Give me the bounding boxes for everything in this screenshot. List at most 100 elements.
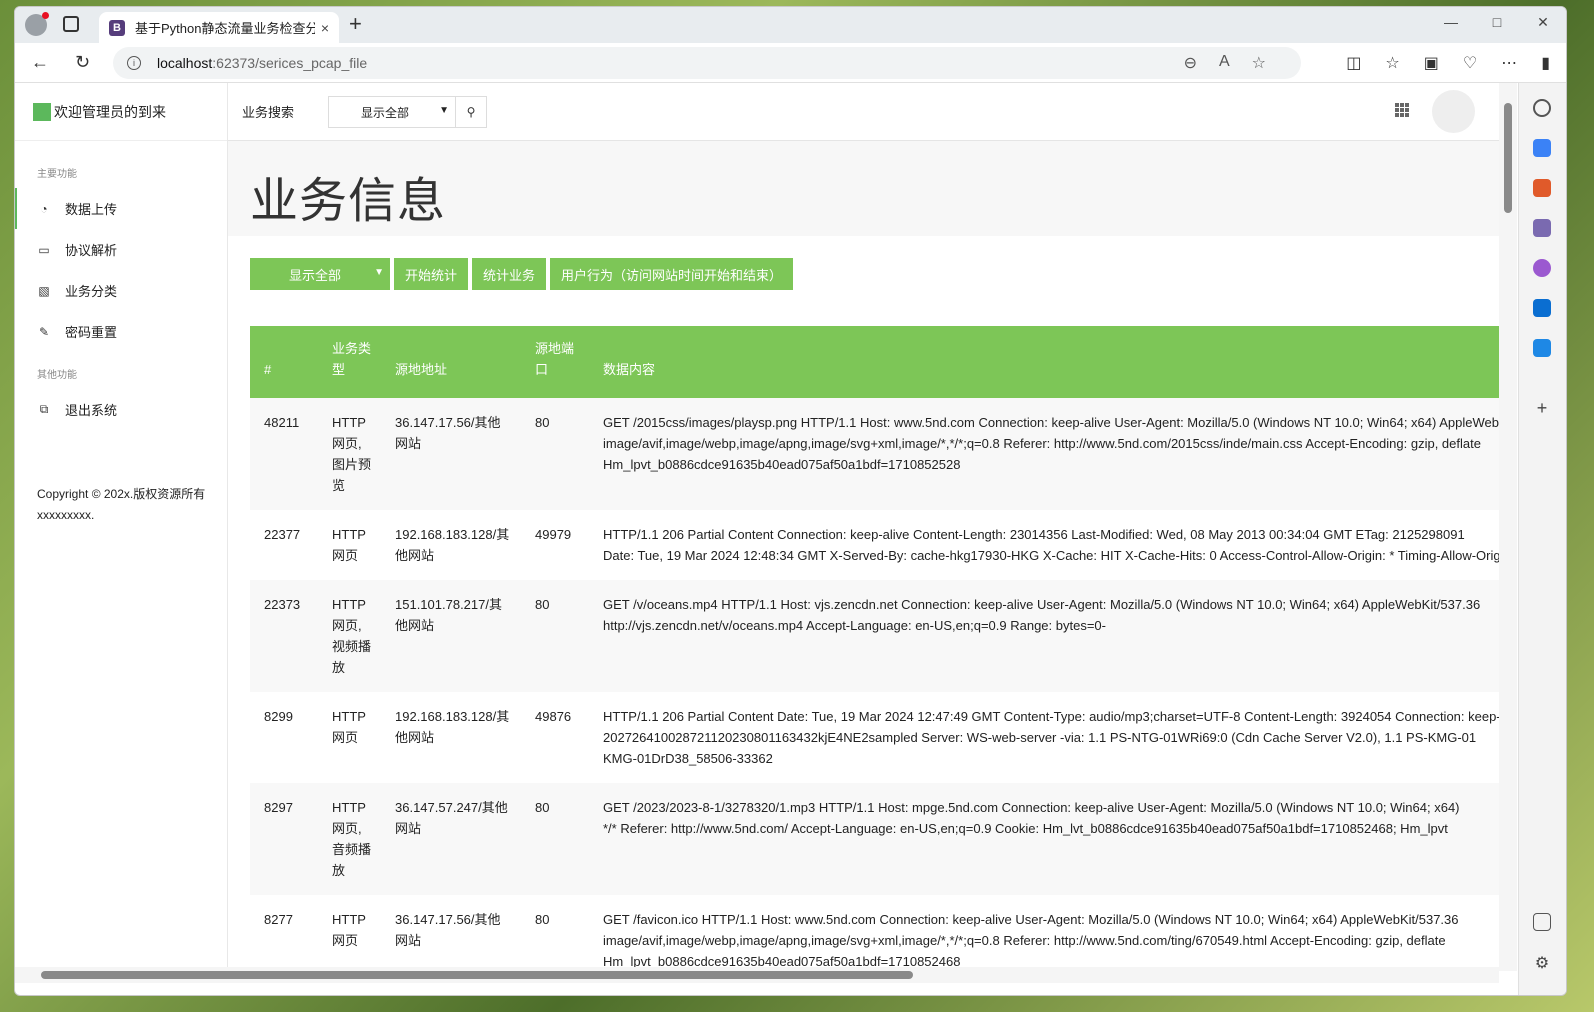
sidebar-item-password[interactable]: ✎ 密码重置 [15, 311, 227, 352]
cell-data: GET /2015css/images/playsp.png HTTP/1.1 … [589, 398, 1499, 510]
data-line: GET /v/oceans.mp4 HTTP/1.1 Host: vjs.zen… [603, 597, 1481, 612]
url-field[interactable]: i localhost:62373/serices_pcap_file [113, 47, 1301, 79]
vertical-scrollbar[interactable] [1499, 83, 1517, 971]
browser-window: B 基于Python静态流量业务检查分析 × + — □ ✕ ← ↻ i loc… [14, 6, 1567, 996]
data-line: HTTP/1.1 206 Partial Content Connection:… [603, 527, 1465, 542]
page-title: 业务信息 [250, 175, 447, 228]
toolbox-icon[interactable] [1533, 179, 1551, 197]
brand-logo [33, 102, 51, 121]
copilot-icon[interactable] [1533, 259, 1551, 277]
send-icon[interactable] [1533, 339, 1551, 357]
edit-icon: ✎ [38, 324, 50, 339]
chevron-down-icon: ▼ [439, 105, 449, 116]
performance-icon[interactable]: ♡ [1463, 53, 1477, 73]
tag-icon[interactable] [1533, 139, 1551, 157]
games-icon[interactable] [1533, 219, 1551, 237]
copyright-text: Copyright © 202x.版权资源所有xxxxxxxxx. [37, 487, 206, 522]
tab-actions-icon[interactable] [63, 16, 79, 32]
settings-gear-icon[interactable]: ⚙ [1533, 955, 1551, 973]
scroll-thumb[interactable] [1504, 103, 1512, 213]
horizontal-scrollbar[interactable] [15, 967, 1499, 983]
apps-grid-icon[interactable] [1395, 103, 1409, 117]
favorites-icon[interactable]: ☆ [1385, 53, 1399, 73]
minimize-icon[interactable]: — [1428, 7, 1474, 37]
split-screen-icon[interactable]: ◫ [1346, 53, 1361, 73]
sidebar-item-protocol[interactable]: ▭ 协议解析 [15, 229, 227, 270]
cell-addr: 36.147.17.56/其他网站 [395, 415, 501, 451]
url-actions: ⊖ A ☆ [1184, 53, 1266, 73]
search-button[interactable]: ⚲ [455, 96, 487, 128]
outlook-icon[interactable] [1533, 299, 1551, 317]
data-line: GET /2023/2023-8-1/3278320/1.mp3 HTTP/1.… [603, 800, 1460, 815]
data-line: HTTP/1.1 206 Partial Content Date: Tue, … [603, 709, 1499, 724]
maximize-icon[interactable]: □ [1474, 7, 1520, 37]
collections-icon[interactable]: ▣ [1424, 53, 1439, 73]
sidebar-item-classify[interactable]: ▧ 业务分类 [15, 270, 227, 311]
user-avatar[interactable] [1432, 90, 1475, 133]
data-line: Date: Tue, 19 Mar 2024 12:48:34 GMT X-Se… [603, 548, 1499, 563]
sidebar-item-upload[interactable]: ◔ 数据上传 [15, 188, 227, 229]
scroll-thumb[interactable] [41, 971, 913, 979]
business-table: # 业务类型 源地地址 源地端口 数据内容 48211 HTTP网页,图片预览 … [250, 326, 1499, 983]
data-line: GET /2015css/images/playsp.png HTTP/1.1 … [603, 415, 1499, 430]
cell-data: HTTP/1.1 206 Partial Content Connection:… [589, 510, 1499, 580]
cell-addr: 192.168.183.128/其他网站 [395, 527, 510, 563]
data-line: KMG-01DrD38_58506-33362 [603, 751, 773, 766]
cell-port: 80 [535, 800, 550, 815]
cell-id: 22373 [264, 597, 301, 612]
table-body: 48211 HTTP网页,图片预览 36.147.17.56/其他网站 80 G… [250, 398, 1499, 983]
sidebar-toggle-icon[interactable]: ▮ [1541, 53, 1550, 73]
stats-business-button[interactable]: 统计业务 [472, 258, 547, 290]
cell-port: 80 [535, 415, 550, 430]
brand-title: 欢迎管理员的到来 [54, 103, 166, 120]
cell-data: GET /v/oceans.mp4 HTTP/1.1 Host: vjs.zen… [589, 580, 1499, 692]
top-nav: 业务搜索 显示全部 ▼ ⚲ [228, 83, 1499, 141]
bootstrap-favicon-icon: B [109, 19, 125, 36]
more-menu-icon[interactable]: ⋯ [1501, 53, 1517, 73]
section-other-label: 其他功能 [37, 370, 77, 381]
cell-type: HTTP网页 [332, 527, 366, 563]
cell-port: 49979 [535, 527, 572, 542]
search-filter-value: 显示全部 [361, 105, 410, 120]
action-bar: 显示全部 ▼ 开始统计 统计业务 用户行为（访问网站时间开始和结束） [250, 258, 794, 290]
filter-select[interactable]: 显示全部 ▼ [250, 258, 390, 290]
start-stats-button[interactable]: 开始统计 [394, 258, 469, 290]
close-window-icon[interactable]: ✕ [1520, 7, 1566, 37]
profile-avatar[interactable] [25, 12, 49, 36]
main-panel: 显示全部 ▼ 开始统计 统计业务 用户行为（访问网站时间开始和结束） # 业务类… [228, 236, 1499, 983]
back-icon[interactable]: ← [31, 52, 49, 73]
cell-id: 8299 [264, 709, 293, 724]
screenshot-icon[interactable] [1533, 913, 1551, 931]
col-header-port: 源地端口 [535, 341, 575, 377]
section-main-label: 主要功能 [37, 169, 77, 180]
tab-title: 基于Python静态流量业务检查分析 [135, 21, 315, 36]
read-aloud-icon[interactable]: A [1219, 53, 1230, 73]
search-label: 业务搜索 [242, 105, 295, 120]
copy-icon: ⧉ [39, 402, 49, 416]
col-header-addr: 源地地址 [395, 362, 448, 377]
sidebar-item-label: 协议解析 [65, 243, 118, 258]
sidebar-item-logout[interactable]: ⧉ 退出系统 [15, 389, 227, 430]
close-tab-icon[interactable]: × [321, 20, 329, 36]
cell-type: HTTP网页 [332, 709, 366, 745]
search-icon[interactable] [1533, 99, 1551, 117]
data-line: image/avif,image/webp,image/apng,image/s… [603, 436, 1481, 451]
col-header-id: # [264, 362, 272, 377]
favorite-star-icon[interactable]: ☆ [1252, 53, 1266, 73]
table-container: # 业务类型 源地地址 源地端口 数据内容 48211 HTTP网页,图片预览 … [250, 326, 1499, 983]
site-info-icon[interactable]: i [127, 56, 141, 70]
data-line: http://vjs.zencdn.net/v/oceans.mp4 Accep… [603, 618, 1106, 633]
search-filter-select[interactable]: 显示全部 ▼ [328, 96, 455, 128]
cell-addr: 36.147.57.247/其他网站 [395, 800, 508, 836]
browser-tab[interactable]: B 基于Python静态流量业务检查分析 × [99, 12, 339, 43]
new-tab-button[interactable]: + [349, 11, 362, 37]
add-icon[interactable]: + [1533, 399, 1551, 417]
user-behavior-button[interactable]: 用户行为（访问网站时间开始和结束） [550, 258, 794, 290]
sidebar-item-label: 业务分类 [65, 284, 118, 299]
zoom-icon[interactable]: ⊖ [1184, 53, 1197, 73]
cell-id: 48211 [264, 415, 300, 430]
tab-bar: B 基于Python静态流量业务检查分析 × + — □ ✕ [15, 7, 1566, 43]
refresh-icon[interactable]: ↻ [75, 52, 90, 73]
cell-port: 80 [535, 597, 550, 612]
data-line: image/avif,image/webp,image/apng,image/s… [603, 933, 1446, 948]
